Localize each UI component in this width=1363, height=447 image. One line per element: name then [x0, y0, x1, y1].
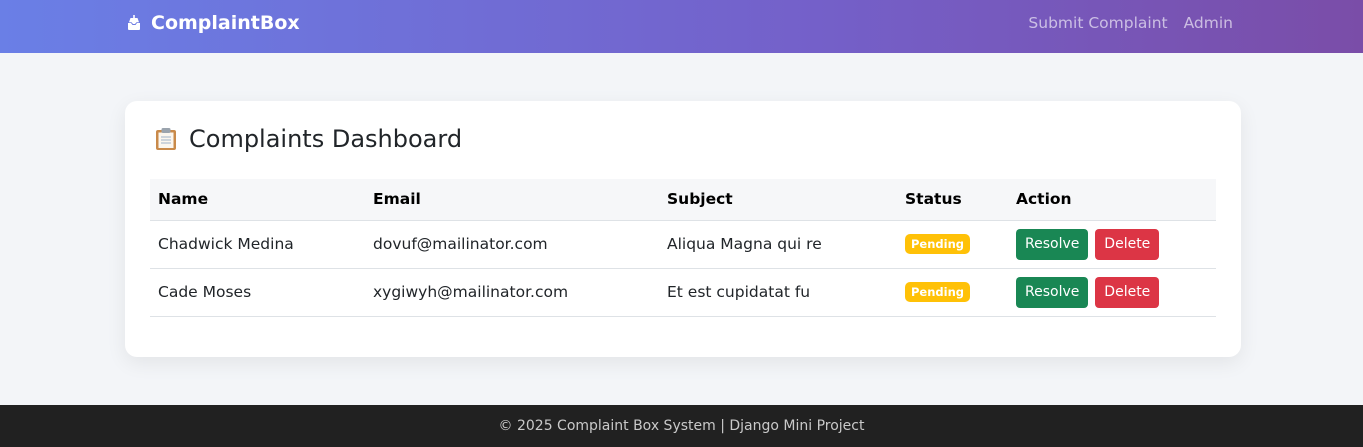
page-title: Complaints Dashboard	[155, 125, 462, 153]
nav-link-submit-complaint[interactable]: Submit Complaint	[1028, 14, 1167, 32]
cell-action: Resolve Delete	[1008, 220, 1216, 269]
column-header-email: Email	[365, 179, 659, 221]
complaints-table: Name Email Subject Status Action Chadwic…	[150, 179, 1216, 317]
inbox-tray-icon	[125, 14, 143, 32]
brand-label: ComplaintBox	[151, 12, 300, 34]
cell-name: Chadwick Medina	[150, 220, 365, 269]
nav-link-admin[interactable]: Admin	[1184, 14, 1233, 32]
top-navbar: ComplaintBox Submit Complaint Admin	[0, 0, 1363, 53]
cell-email: dovuf@mailinator.com	[365, 220, 659, 269]
nav-links: Submit Complaint Admin	[1028, 14, 1233, 32]
status-badge: Pending	[905, 234, 971, 254]
cell-email: xygiwyh@mailinator.com	[365, 268, 659, 317]
clipboard-icon	[155, 127, 177, 151]
footer-text: © 2025 Complaint Box System | Django Min…	[498, 418, 865, 434]
column-header-action: Action	[1008, 179, 1216, 221]
cell-status: Pending	[897, 220, 1008, 269]
status-badge: Pending	[905, 282, 971, 302]
footer: © 2025 Complaint Box System | Django Min…	[0, 405, 1363, 447]
cell-subject: Aliqua Magna qui re	[659, 220, 897, 269]
dashboard-card: Complaints Dashboard Name Email Subject …	[125, 101, 1241, 357]
cell-name: Cade Moses	[150, 268, 365, 317]
resolve-button[interactable]: Resolve	[1016, 228, 1089, 260]
table-header-row: Name Email Subject Status Action	[150, 179, 1216, 221]
table-row: Chadwick Medina dovuf@mailinator.com Ali…	[150, 220, 1216, 269]
table-row: Cade Moses xygiwyh@mailinator.com Et est…	[150, 268, 1216, 317]
table-body: Chadwick Medina dovuf@mailinator.com Ali…	[150, 220, 1216, 317]
brand-link[interactable]: ComplaintBox	[125, 12, 300, 34]
cell-subject: Et est cupidatat fu	[659, 268, 897, 317]
column-header-subject: Subject	[659, 179, 897, 221]
column-header-name: Name	[150, 179, 365, 221]
resolve-button[interactable]: Resolve	[1016, 276, 1089, 308]
page-title-text: Complaints Dashboard	[189, 125, 463, 153]
delete-button[interactable]: Delete	[1095, 276, 1160, 308]
cell-action: Resolve Delete	[1008, 268, 1216, 317]
table-header: Name Email Subject Status Action	[150, 179, 1216, 221]
delete-button[interactable]: Delete	[1095, 228, 1160, 260]
cell-status: Pending	[897, 268, 1008, 317]
column-header-status: Status	[897, 179, 1008, 221]
